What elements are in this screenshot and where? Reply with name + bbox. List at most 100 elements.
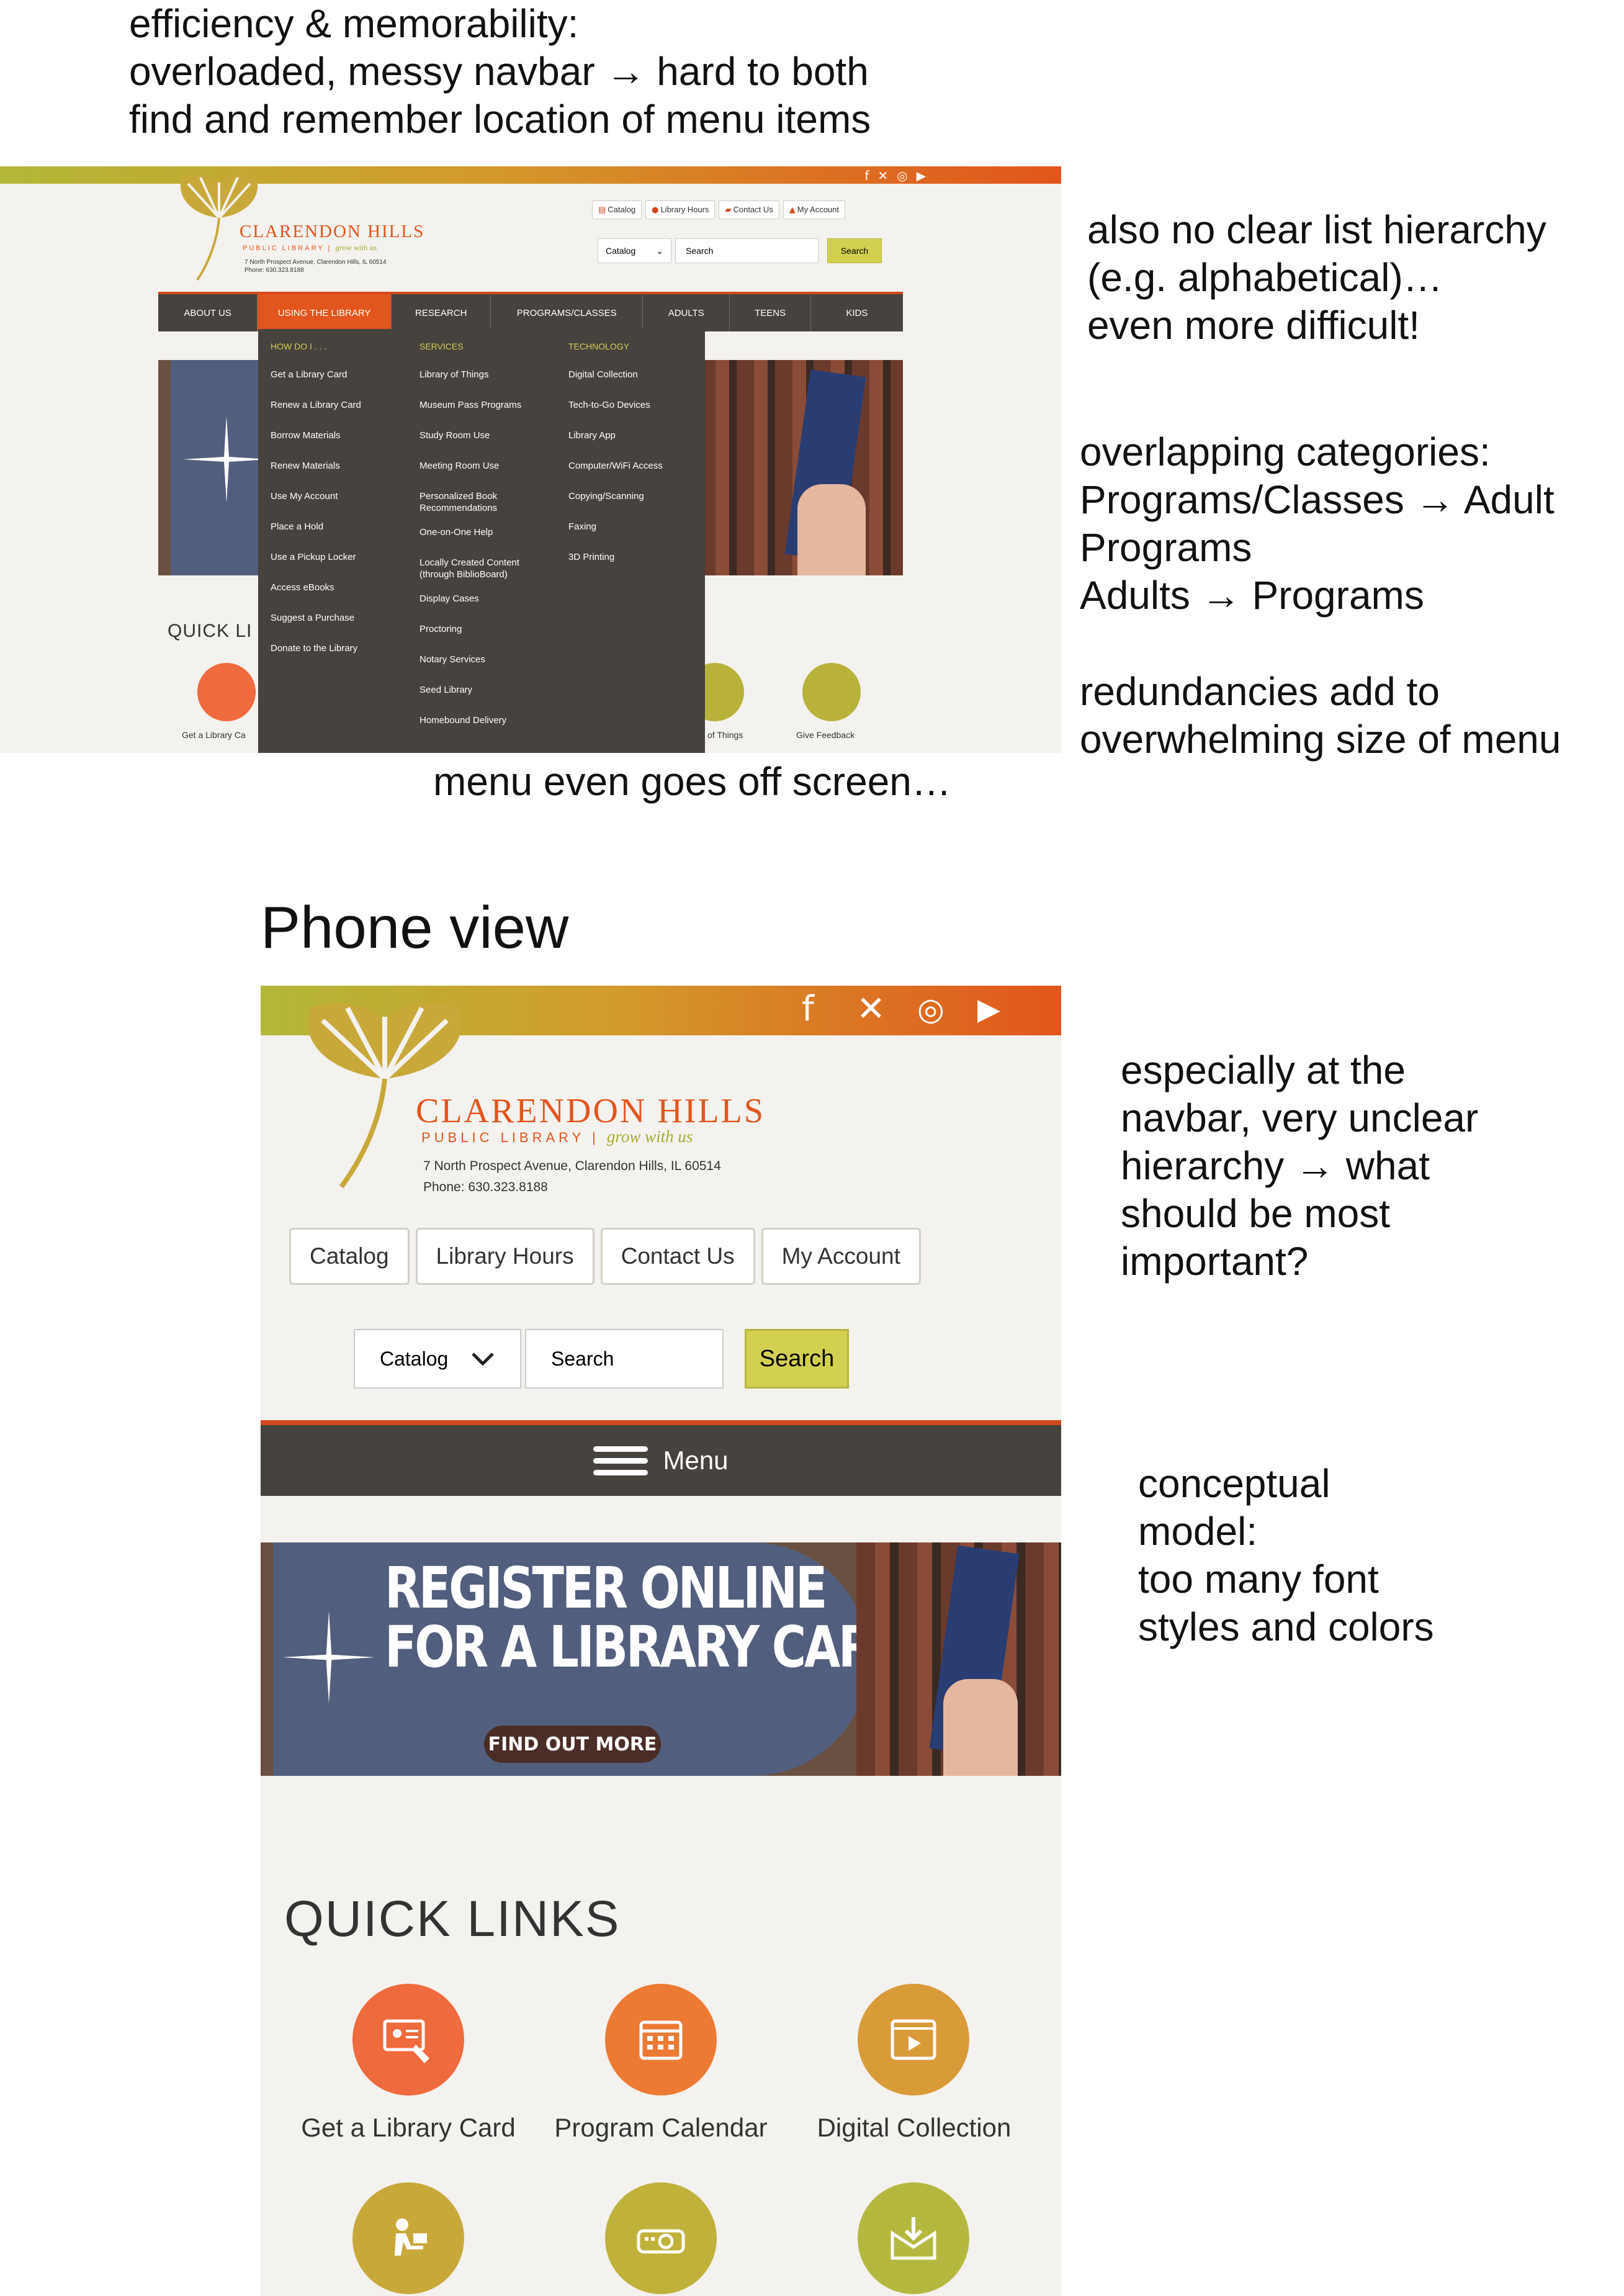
my-account-link[interactable]: My Account: [761, 1228, 921, 1285]
quick-link-label[interactable]: Program Calendar: [540, 2113, 782, 2143]
search-scope-select[interactable]: Catalog ⌄: [598, 238, 671, 263]
facebook-icon[interactable]: f: [864, 168, 869, 183]
search-input[interactable]: Search: [675, 238, 819, 263]
quick-link-label[interactable]: Get a Library Ca: [182, 730, 246, 740]
digital-collection-icon[interactable]: [858, 1984, 969, 2096]
projector-icon[interactable]: [605, 2182, 717, 2294]
feedback-icon[interactable]: [858, 2182, 969, 2294]
menu-item[interactable]: Display Cases: [419, 593, 553, 605]
nav-about-us[interactable]: ABOUT US: [158, 294, 258, 331]
menu-heading: HOW DO I . . .: [271, 341, 327, 351]
brand-name: CLARENDON HILLS: [416, 1092, 765, 1130]
youtube-icon[interactable]: ▶: [917, 168, 926, 183]
hand-image: [797, 484, 866, 575]
my-account-link[interactable]: ▲ My Account: [783, 200, 845, 219]
contact-us-link[interactable]: ▰ Contact Us: [719, 200, 779, 219]
menu-item[interactable]: Library App: [568, 430, 702, 441]
address-block: 7 North Prospect Avenue, Clarendon Hills…: [244, 259, 387, 274]
x-icon[interactable]: ✕: [856, 991, 886, 1028]
hero-banner[interactable]: REGISTER ONLINE FOR A LIBRARY CARD FIND …: [261, 1542, 1061, 1776]
nav-teens[interactable]: TEENS: [730, 294, 811, 331]
menu-item[interactable]: One-on-One Help: [419, 526, 553, 538]
hamburger-menu-icon[interactable]: [593, 1440, 648, 1482]
menu-item[interactable]: Borrow Materials: [271, 430, 404, 441]
nav-adults[interactable]: ADULTS: [643, 294, 730, 331]
library-hours-link[interactable]: Library Hours: [415, 1228, 594, 1285]
nav-kids[interactable]: KIDS: [811, 294, 903, 331]
nav-programs-classes[interactable]: PROGRAMS/CLASSES: [491, 294, 644, 331]
menu-item[interactable]: 3D Printing: [568, 551, 702, 563]
chat-icon: ▰: [725, 205, 732, 215]
social-links: f ✕ ◎ ▶: [864, 168, 926, 183]
search-input[interactable]: Search: [525, 1329, 724, 1389]
sparkle-icon: [183, 416, 270, 503]
menu-item[interactable]: Use My Account: [271, 490, 404, 502]
menu-item[interactable]: Suggest a Purchase: [271, 612, 404, 624]
quick-link-label[interactable]: Give Feedback: [796, 730, 855, 740]
note-navbar-hierarchy: especially at the navbar, very unclear h…: [1121, 1048, 1479, 1284]
phone-screenshot: f ✕ ◎ ▶ CLARENDON HILLS PUBLIC LIBRARY |…: [261, 986, 1061, 2296]
menu-item[interactable]: Proctoring: [419, 623, 553, 635]
menu-item[interactable]: Copying/Scanning: [568, 490, 702, 502]
instagram-icon[interactable]: ◎: [897, 168, 907, 183]
menu-item[interactable]: Renew Materials: [271, 460, 404, 472]
feedback-icon[interactable]: [802, 663, 861, 721]
quick-link-label[interactable]: of Things: [707, 730, 743, 740]
menu-item[interactable]: Faxing: [568, 521, 702, 533]
menu-bar[interactable]: Menu: [261, 1420, 1061, 1496]
library-card-icon[interactable]: [352, 1984, 464, 2096]
search-button[interactable]: Search: [827, 238, 882, 263]
hand-image: [943, 1679, 1018, 1776]
menu-item[interactable]: Study Room Use: [419, 430, 553, 441]
x-icon[interactable]: ✕: [877, 168, 888, 183]
menu-item[interactable]: Seed Library: [419, 684, 553, 696]
menu-column-services: SERVICES Library of Things Museum Pass P…: [419, 341, 553, 745]
utility-links: ▤ Catalog ● Library Hours ▰ Contact Us ▲ My …: [592, 200, 845, 219]
menu-item[interactable]: Access eBooks: [271, 582, 404, 593]
address-block: 7 North Prospect Avenue, Clarendon Hills…: [423, 1159, 721, 1194]
library-hours-link[interactable]: ● Library Hours: [645, 200, 716, 219]
user-icon: ▲: [789, 205, 796, 215]
instagram-icon[interactable]: ◎: [917, 991, 944, 1028]
menu-item[interactable]: Donate to the Library: [271, 642, 404, 654]
search-button[interactable]: Search: [745, 1329, 849, 1389]
nav-using-the-library[interactable]: USING THE LIBRARY: [258, 294, 392, 331]
menu-item[interactable]: Use a Pickup Locker: [271, 551, 404, 563]
contact-us-link[interactable]: Contact Us: [600, 1228, 755, 1285]
youtube-icon[interactable]: ▶: [977, 991, 1000, 1028]
note-hierarchy: also no clear list hierarchy (e.g. alpha…: [1087, 207, 1546, 348]
menu-item[interactable]: Meeting Room Use: [419, 460, 553, 472]
note-conceptual: conceptual model: too many font styles a…: [1138, 1461, 1434, 1649]
calendar-icon[interactable]: [605, 1984, 717, 2096]
quick-link-label[interactable]: Digital Collection: [793, 2113, 1035, 2143]
computer-help-icon[interactable]: [352, 2182, 464, 2294]
menu-item[interactable]: Personalized Book Recommendations: [419, 490, 553, 514]
chevron-down-icon: ⌄: [656, 245, 663, 256]
menu-item[interactable]: Get a Library Card: [271, 369, 404, 380]
menu-item[interactable]: Tech-to-Go Devices: [568, 399, 702, 411]
nav-research[interactable]: RESEARCH: [392, 294, 491, 331]
library-card-icon[interactable]: [197, 663, 256, 721]
menu-heading: SERVICES: [419, 341, 464, 351]
menu-item[interactable]: Notary Services: [419, 654, 553, 665]
menu-item[interactable]: Digital Collection: [568, 369, 702, 380]
menu-column-how-do-i: HOW DO I . . . Get a Library Card Renew …: [271, 341, 404, 673]
menu-label[interactable]: Menu: [663, 1446, 728, 1475]
menu-item[interactable]: Homebound Delivery: [419, 714, 553, 726]
menu-item[interactable]: Computer/WiFi Access: [568, 460, 702, 472]
find-out-more-button[interactable]: FIND OUT MORE: [484, 1726, 661, 1763]
menu-item[interactable]: Library of Things: [419, 369, 553, 380]
facebook-icon[interactable]: f: [802, 991, 814, 1028]
menu-item[interactable]: Renew a Library Card: [271, 399, 404, 411]
brand-subtitle: PUBLIC LIBRARY | grow with us: [243, 243, 377, 252]
desktop-screenshot: f ✕ ◎ ▶ CLARENDON HILLS PUBLIC LIBRARY |…: [0, 166, 1061, 753]
quick-link-label[interactable]: Get a Library Card: [292, 2113, 525, 2143]
menu-item[interactable]: Museum Pass Programs: [419, 399, 553, 411]
sparkle-icon: [282, 1611, 375, 1704]
note-redundancies: redundancies add to overwhelming size of…: [1080, 669, 1561, 762]
menu-item[interactable]: Place a Hold: [271, 521, 404, 533]
search-scope-select[interactable]: Catalog: [354, 1329, 521, 1389]
catalog-link[interactable]: ▤ Catalog: [592, 200, 642, 219]
menu-item[interactable]: Locally Created Content (through BiblioB…: [419, 557, 553, 580]
catalog-link[interactable]: Catalog: [289, 1228, 410, 1285]
